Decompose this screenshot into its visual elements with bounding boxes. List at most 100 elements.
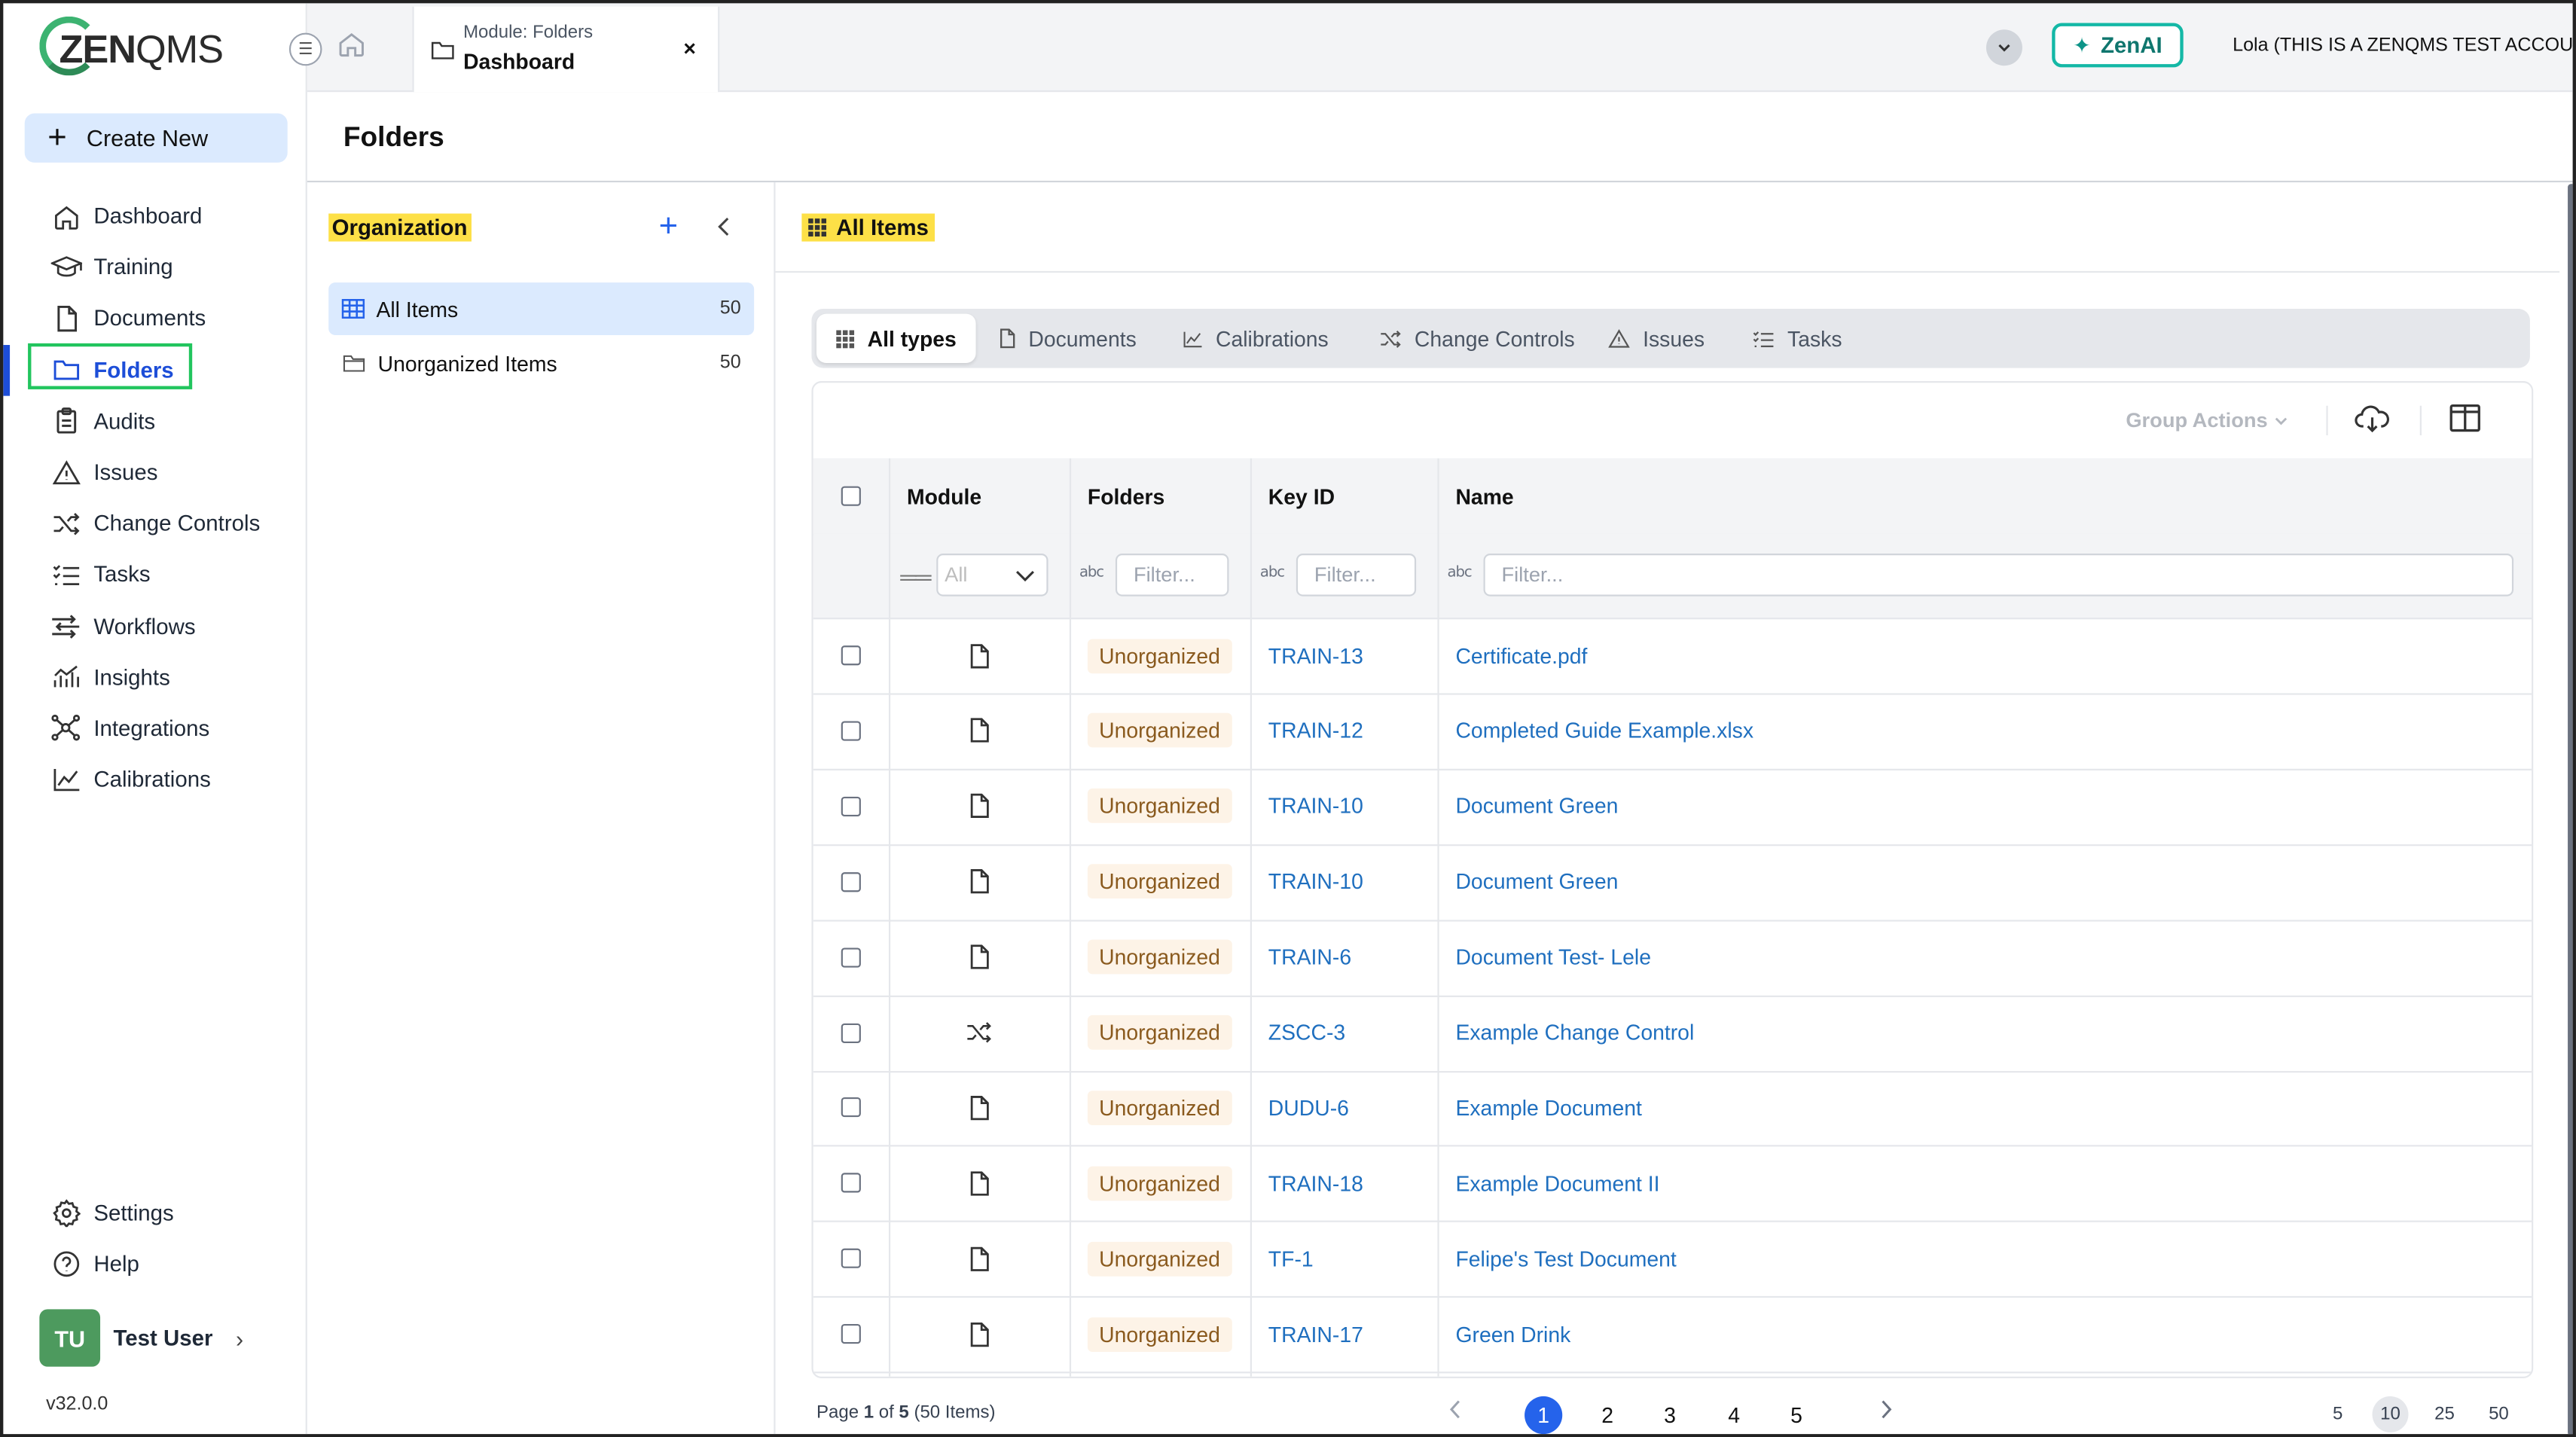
- item-name-link[interactable]: Document Green: [1437, 844, 2522, 919]
- sidebar-item-audits[interactable]: Audits: [3, 395, 305, 447]
- sidebar-item-documents[interactable]: Documents: [3, 293, 305, 344]
- zenai-button[interactable]: ✦ ZenAI: [2052, 23, 2184, 68]
- org-item-unorganized[interactable]: Unorganized Items 50: [328, 337, 754, 389]
- row-checkbox[interactable]: [841, 721, 861, 741]
- previous-page-button[interactable]: [1449, 1399, 1462, 1424]
- sidebar-toggle-button[interactable]: ☰: [288, 32, 322, 66]
- table-row[interactable]: Unorganized TRAIN-12 Completed Guide Examp…: [813, 693, 2532, 770]
- row-checkbox[interactable]: [841, 871, 861, 892]
- zenqms-logo[interactable]: ZENQMS: [39, 16, 224, 82]
- select-all-checkbox[interactable]: [841, 486, 861, 506]
- key-id-link[interactable]: TRAIN-10: [1250, 768, 1438, 844]
- item-name-link[interactable]: Felipe's Test Document: [1437, 1221, 2522, 1296]
- item-name-link[interactable]: Document Green: [1437, 768, 2522, 844]
- sidebar-item-insights[interactable]: Insights: [3, 651, 305, 703]
- sidebar-item-help[interactable]: Help: [3, 1239, 305, 1290]
- page-2-button[interactable]: 2: [1589, 1396, 1626, 1434]
- table-row[interactable]: Unorganized TRAIN-6 Document Test- Lele: [813, 920, 2532, 997]
- key-id-link[interactable]: DUDU-6: [1250, 1070, 1438, 1146]
- item-name-link[interactable]: Completed Guide Example.xlsx: [1437, 693, 2522, 768]
- key-id-link[interactable]: TRAIN-10: [1250, 844, 1438, 919]
- key-id-link[interactable]: TRAIN-13: [1250, 618, 1438, 693]
- tab-all-types[interactable]: All types: [816, 313, 976, 364]
- item-name-link[interactable]: Example Change Control: [1437, 995, 2522, 1070]
- cloud-download-icon[interactable]: [2355, 404, 2391, 442]
- table-row[interactable]: Unorganized ZSCC-3 Example Change Control: [813, 995, 2532, 1072]
- sidebar-item-workflows[interactable]: Workflows: [3, 600, 305, 651]
- key-id-link[interactable]: TF-1: [1250, 1221, 1438, 1296]
- item-name-link[interactable]: Example Document: [1437, 1070, 2522, 1146]
- org-item-all-items[interactable]: All Items 50: [328, 282, 755, 335]
- sidebar-item-issues[interactable]: Issues: [3, 447, 305, 498]
- item-name-link[interactable]: Document Test- Lele: [1437, 920, 2522, 995]
- page-1-button[interactable]: 1: [1525, 1396, 1563, 1435]
- sidebar-item-label: Dashboard: [93, 203, 203, 229]
- sidebar-item-tasks[interactable]: Tasks: [3, 549, 305, 600]
- page-size-50-button[interactable]: 50: [2480, 1396, 2516, 1432]
- key-id-link[interactable]: ZSCC-3: [1250, 995, 1438, 1070]
- page-size-25-button[interactable]: 25: [2426, 1396, 2462, 1432]
- key-id-link[interactable]: TRAIN-17: [1250, 1296, 1438, 1371]
- sidebar-item-calibrations[interactable]: Calibrations: [3, 754, 305, 805]
- row-checkbox[interactable]: [841, 1022, 861, 1042]
- page-size-10-button[interactable]: 10: [2372, 1396, 2409, 1432]
- table-row[interactable]: Unorganized TF-1 Felipe's Test Document: [813, 1221, 2532, 1298]
- home-tab-icon[interactable]: [337, 29, 370, 63]
- tab-tasks[interactable]: Tasks: [1753, 314, 1842, 363]
- row-checkbox[interactable]: [841, 947, 861, 967]
- account-name[interactable]: Lola (THIS IS A ZENQMS TEST ACCOUNT): [2233, 36, 2572, 56]
- key-id-link[interactable]: TRAIN-12: [1250, 693, 1438, 768]
- sidebar-item-settings[interactable]: Settings: [3, 1188, 305, 1239]
- tab-issues[interactable]: Issues: [1608, 314, 1705, 363]
- table-row[interactable]: Unorganized TRAIN-17 Green Drink: [813, 1296, 2532, 1374]
- table-row[interactable]: Unorganized TRAIN-10 Document Green: [813, 768, 2532, 846]
- column-header-name[interactable]: Name: [1437, 459, 2522, 534]
- table-row[interactable]: Unorganized TRAIN-10 Document Green: [813, 844, 2532, 921]
- tab-close-button[interactable]: ×: [683, 36, 696, 61]
- page-4-button[interactable]: 4: [1715, 1396, 1753, 1434]
- page-5-button[interactable]: 5: [1778, 1396, 1815, 1434]
- item-name-link[interactable]: Certificate.pdf: [1437, 618, 2522, 693]
- key-id-link[interactable]: TRAIN-18: [1250, 1146, 1438, 1221]
- column-header-key-id[interactable]: Key ID: [1250, 459, 1438, 534]
- column-header-folders[interactable]: Folders: [1070, 459, 1250, 534]
- name-filter-input[interactable]: Filter...: [1483, 554, 2514, 596]
- create-new-button[interactable]: + Create New: [24, 113, 288, 163]
- tab-calibrations[interactable]: Calibrations: [1183, 314, 1329, 363]
- sidebar-item-dashboard[interactable]: Dashboard: [3, 191, 305, 242]
- add-folder-button[interactable]: +: [659, 210, 678, 243]
- row-checkbox[interactable]: [841, 796, 861, 816]
- tab-documents[interactable]: Documents: [999, 314, 1137, 363]
- page-size-5-button[interactable]: 5: [2320, 1396, 2356, 1432]
- key-id-link[interactable]: TRAIN-6: [1250, 920, 1438, 995]
- columns-icon[interactable]: [2449, 404, 2480, 441]
- vertical-scrollbar[interactable]: [2568, 184, 2573, 1435]
- table-row[interactable]: Unorganized TRAIN-18 Example Document II: [813, 1146, 2532, 1223]
- page-3-button[interactable]: 3: [1651, 1396, 1689, 1434]
- table-row[interactable]: Unorganized TRAIN-13 Certificate.pdf: [813, 618, 2532, 695]
- row-checkbox[interactable]: [841, 1249, 861, 1269]
- sidebar-item-folders[interactable]: Folders: [3, 342, 305, 396]
- table-row[interactable]: Unorganized DUDU-6 Example Document: [813, 1070, 2532, 1148]
- item-name-link[interactable]: Example Document II: [1437, 1146, 2522, 1221]
- module-filter-select[interactable]: All: [936, 554, 1048, 596]
- item-name-link[interactable]: Green Drink: [1437, 1296, 2522, 1371]
- collapse-panel-button[interactable]: [716, 215, 733, 242]
- user-menu[interactable]: TU Test User ›: [39, 1309, 243, 1367]
- sidebar-item-integrations[interactable]: Integrations: [3, 703, 305, 754]
- sidebar-item-training[interactable]: Training: [3, 242, 305, 293]
- column-header-module[interactable]: Module: [889, 459, 1070, 534]
- tab-change-controls[interactable]: Change Controls: [1380, 314, 1575, 363]
- tabs-dropdown-button[interactable]: [1985, 29, 2022, 66]
- folders-filter-input[interactable]: Filter...: [1115, 554, 1229, 596]
- next-page-button[interactable]: [1879, 1399, 1892, 1424]
- tab-label: All types: [867, 325, 957, 351]
- sidebar-item-change-controls[interactable]: Change Controls: [3, 498, 305, 549]
- group-actions-button[interactable]: Group Actions: [2126, 409, 2288, 432]
- tab-folders-dashboard[interactable]: Module: Folders Dashboard ×: [412, 6, 720, 93]
- key-id-filter-input[interactable]: Filter...: [1296, 554, 1417, 596]
- row-checkbox[interactable]: [841, 1324, 861, 1344]
- row-checkbox[interactable]: [841, 645, 861, 666]
- row-checkbox[interactable]: [841, 1097, 861, 1118]
- row-checkbox[interactable]: [841, 1173, 861, 1194]
